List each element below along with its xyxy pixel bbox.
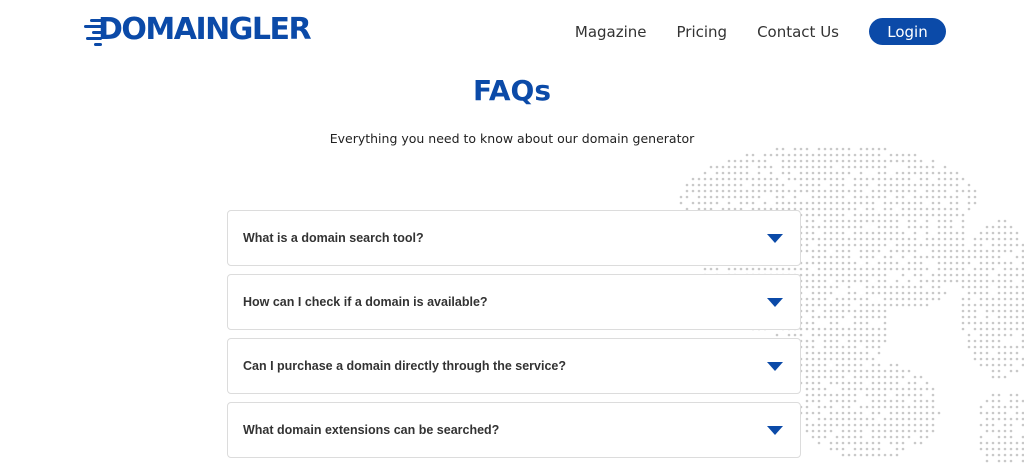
faq-question: What domain extensions can be searched? xyxy=(243,423,500,437)
logo-text: DOMAINGLER xyxy=(98,12,312,47)
main-nav: Magazine Pricing Contact Us Login xyxy=(575,18,946,45)
faq-item[interactable]: What is a domain search tool? xyxy=(227,210,801,266)
chevron-down-icon[interactable] xyxy=(767,297,783,307)
page-subtitle: Everything you need to know about our do… xyxy=(329,131,695,146)
logo[interactable]: DOMAINGLER xyxy=(82,10,312,50)
faq-page: DOMAINGLER Magazine Pricing Contact Us L… xyxy=(0,0,1024,463)
faq-question: How can I check if a domain is available… xyxy=(243,295,488,309)
faq-item[interactable]: How can I check if a domain is available… xyxy=(227,274,801,330)
chevron-down-icon[interactable] xyxy=(767,233,783,243)
nav-pricing[interactable]: Pricing xyxy=(677,23,728,41)
faq-item[interactable]: What domain extensions can be searched? xyxy=(227,402,801,458)
faq-list: What is a domain search tool? How can I … xyxy=(227,210,801,463)
faq-question: What is a domain search tool? xyxy=(243,231,424,245)
faq-item[interactable]: Can I purchase a domain directly through… xyxy=(227,338,801,394)
nav-contact-us[interactable]: Contact Us xyxy=(757,23,839,41)
site-header: DOMAINGLER Magazine Pricing Contact Us L… xyxy=(0,0,1024,64)
login-button[interactable]: Login xyxy=(869,18,946,45)
logo-speed-lines-icon xyxy=(82,13,102,47)
chevron-down-icon[interactable] xyxy=(767,361,783,371)
nav-magazine[interactable]: Magazine xyxy=(575,23,647,41)
faq-question: Can I purchase a domain directly through… xyxy=(243,359,566,373)
page-title: FAQs xyxy=(472,74,552,107)
chevron-down-icon[interactable] xyxy=(767,425,783,435)
